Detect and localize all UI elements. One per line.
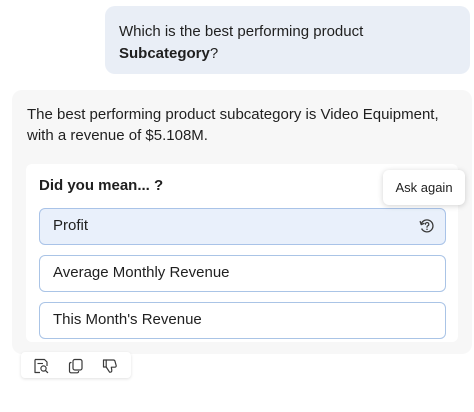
user-message-line1: Which is the best performing product <box>119 23 364 40</box>
assistant-answer-text: The best performing product subcategory … <box>27 106 439 144</box>
user-message-suffix: ? <box>209 45 219 62</box>
suggestion-option-label: Average Monthly Revenue <box>53 264 230 281</box>
ask-again-icon[interactable] <box>419 218 435 234</box>
suggestion-option-label: This Month's Revenue <box>53 311 202 328</box>
suggestions-title: Did you mean... ? <box>39 177 164 194</box>
suggestion-option-average-monthly-revenue[interactable]: Average Monthly Revenue <box>39 255 446 292</box>
ask-again-tooltip: Ask again <box>383 170 465 205</box>
inspect-icon[interactable] <box>32 357 50 375</box>
suggestion-option-label: Profit <box>53 217 89 234</box>
copy-icon[interactable] <box>67 357 85 375</box>
suggestion-option-this-months-revenue[interactable]: This Month's Revenue <box>39 302 446 339</box>
user-message-bubble: Which is the best performing product Sub… <box>105 6 470 74</box>
response-toolbar <box>21 352 131 378</box>
user-message-line2: Subcategory? <box>119 43 456 65</box>
suggestion-option-profit[interactable]: Profit <box>39 208 446 245</box>
thumbs-down-icon[interactable] <box>101 357 119 375</box>
user-message-bold: Subcategory <box>119 45 210 62</box>
